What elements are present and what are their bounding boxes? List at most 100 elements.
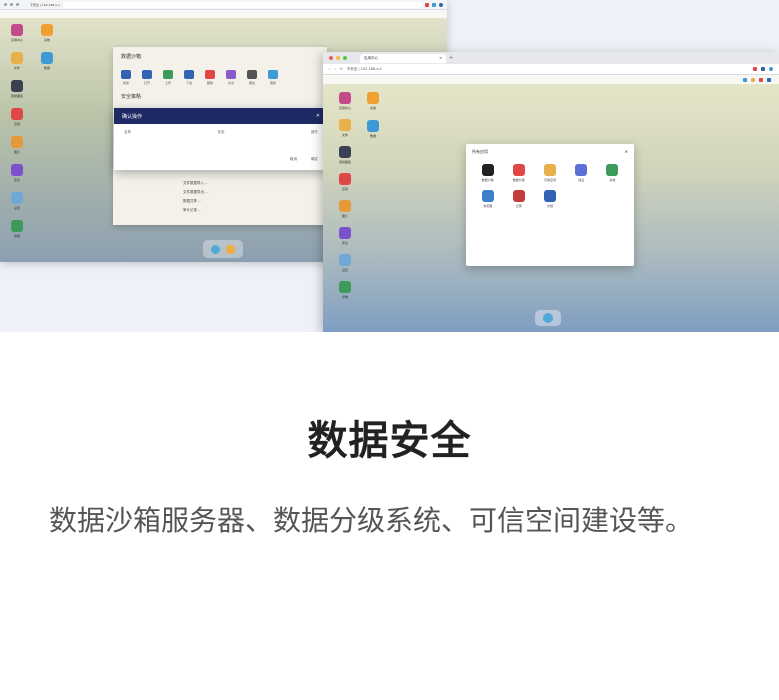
dialog-column-header: 操作: [311, 130, 318, 134]
toolbar-label: 刷新: [269, 81, 276, 85]
toolbar-icon: [121, 70, 131, 79]
toolbar-label: 新建: [122, 81, 129, 85]
toolbar-button[interactable]: 上传: [163, 70, 173, 85]
app-icon: [543, 164, 556, 176]
app-tile[interactable]: 文档: [534, 190, 565, 208]
dock-app-icon: [543, 313, 553, 323]
desktop-icon[interactable]: 图片: [333, 200, 357, 218]
desktop-icon[interactable]: 文件: [333, 119, 357, 137]
app-tile[interactable]: 数据分级: [503, 164, 534, 182]
desktop-icon[interactable]: 设置: [6, 192, 28, 210]
desktop-icon[interactable]: 应用中心: [333, 92, 357, 110]
desktop-icon[interactable]: 应用中心: [6, 24, 28, 42]
toolbar-label: 下载: [185, 81, 192, 85]
front-browser-tab: 应用中心 ×: [360, 53, 446, 63]
desktop-icon[interactable]: 应用: [6, 108, 28, 126]
back-nav-dot: [4, 3, 7, 6]
back-desktop-icons-col2: 系统 数据: [36, 24, 58, 80]
desktop-icon[interactable]: 终端: [333, 281, 357, 299]
front-tab-label: 应用中心: [364, 55, 378, 60]
app-icon: [11, 80, 23, 92]
front-tabbar: 应用中心 × +: [323, 52, 779, 64]
app-icon: [11, 192, 23, 204]
desktop-icon[interactable]: 终端: [6, 220, 28, 238]
desktop-icon-label: 文件: [13, 66, 20, 70]
desktop-icon-label: 设置: [341, 268, 348, 272]
back-nav-dot: [16, 3, 19, 6]
toolbar-icon: [268, 70, 278, 79]
app-icon: [367, 92, 379, 104]
section-heading: 数据安全: [307, 418, 472, 464]
window-close-icon: [329, 56, 333, 60]
desktop-icon[interactable]: 系统: [36, 24, 58, 42]
desktop-icon-label: 安全: [13, 178, 20, 182]
app-icon: [11, 220, 23, 232]
app-icon: [339, 227, 351, 239]
forward-arrow-icon: ›: [334, 67, 336, 71]
back-url-text: 不安全 | 192.168.x.x: [30, 2, 60, 7]
desktop-icon[interactable]: 控制面板: [6, 80, 28, 98]
profile-icon: [769, 67, 773, 71]
list-item[interactable]: 文件数据导入 ...: [183, 179, 323, 188]
desktop-icon[interactable]: 数据: [361, 120, 385, 138]
new-tab-icon: +: [449, 55, 454, 61]
list-item[interactable]: 审计记录 ...: [183, 206, 323, 215]
app-window: 所有应用 ✕ 数据沙箱 数据分级 可信空间 建设 系统 浏览器 记录 文档: [466, 144, 634, 266]
desktop-icon[interactable]: 数据: [36, 52, 58, 70]
desktop-icon[interactable]: 系统: [361, 92, 385, 110]
desktop-icon[interactable]: 应用: [333, 173, 357, 191]
app-icon: [339, 173, 351, 185]
app-icon: [339, 119, 351, 131]
app-tile[interactable]: 记录: [503, 190, 534, 208]
desktop-icon[interactable]: 设置: [333, 254, 357, 272]
desktop-icon[interactable]: 文件: [6, 52, 28, 70]
front-desktop-icons-col2: 系统 数据: [361, 92, 385, 148]
window-maximize-icon: [343, 56, 347, 60]
list-item[interactable]: 数据共享 ...: [183, 197, 323, 206]
desktop-icon[interactable]: 安全: [333, 227, 357, 245]
app-tile[interactable]: 系统: [597, 164, 628, 182]
extension-icon: [761, 67, 765, 71]
dialog-button[interactable]: 取消: [290, 157, 297, 162]
app-tile[interactable]: 建设: [566, 164, 597, 182]
toolbar-label: 共享: [227, 81, 234, 85]
dialog-column-header: 名称: [124, 130, 131, 134]
dialog-header: 确认操作 ✕: [114, 108, 328, 124]
app-icon: [481, 190, 494, 202]
front-dock: [535, 310, 561, 326]
app-tile[interactable]: 可信空间: [534, 164, 565, 182]
app-icon: [606, 164, 619, 176]
toolbar-button[interactable]: 刷新: [268, 70, 278, 85]
toolbar-button[interactable]: 删除: [205, 70, 215, 85]
toolbar-button[interactable]: 下载: [184, 70, 194, 85]
section-description: 数据沙箱服务器、数据分级系统、可信空间建设等。: [49, 504, 694, 537]
file-manager-toolbar: 新建 打开 上传 下载 删除 共享 属性 刷新: [113, 66, 327, 89]
list-item[interactable]: 文件数据导出 ...: [183, 188, 323, 197]
desktop-icon[interactable]: 图片: [6, 136, 28, 154]
toolbar-button[interactable]: 打开: [142, 70, 152, 85]
back-nav-dot: [10, 3, 13, 6]
app-label: 系统: [609, 178, 616, 182]
window-minimize-icon: [336, 56, 340, 60]
bookmark-icon: [751, 77, 755, 82]
app-icon: [339, 254, 351, 266]
toolbar-icon: [163, 70, 173, 79]
desktop-icon[interactable]: 控制面板: [333, 146, 357, 164]
app-tile[interactable]: 数据沙箱: [472, 164, 503, 182]
toolbar-button[interactable]: 共享: [226, 70, 236, 85]
app-label: 文档: [546, 204, 553, 208]
toolbar-button[interactable]: 新建: [121, 70, 131, 85]
desktop-icon[interactable]: 安全: [6, 164, 28, 182]
back-url-field: [62, 1, 422, 8]
app-icon: [481, 164, 494, 176]
bookmark-icon: [759, 77, 763, 82]
toolbar-button[interactable]: 属性: [247, 70, 257, 85]
desktop-icon-label: 文件: [341, 133, 348, 137]
toolbar-icon: [142, 70, 152, 79]
app-icon: [543, 190, 556, 202]
back-dock: [203, 240, 243, 258]
dialog-button[interactable]: 确定: [311, 157, 318, 162]
app-icon: [339, 200, 351, 212]
app-icon: [41, 52, 53, 64]
app-tile[interactable]: 浏览器: [472, 190, 503, 208]
